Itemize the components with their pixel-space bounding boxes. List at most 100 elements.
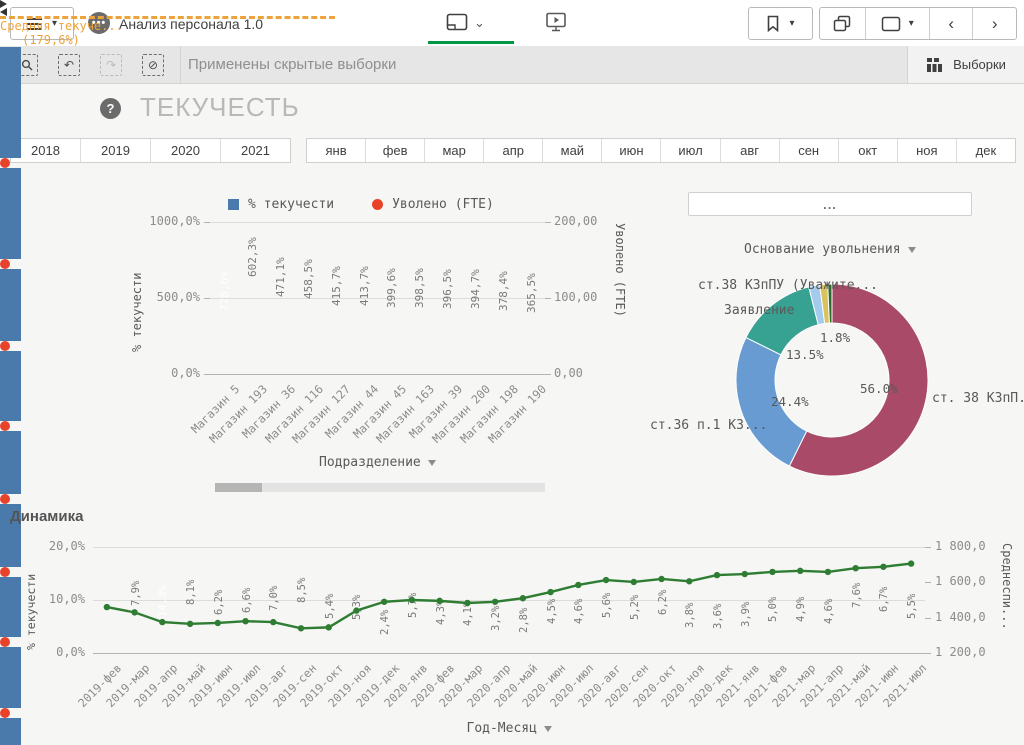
right-axis-title: Уволено (FTE) xyxy=(613,223,627,317)
chart-scrollbar-track xyxy=(215,483,545,492)
fte-dot[interactable] xyxy=(0,341,10,351)
headcount-point[interactable] xyxy=(464,600,470,606)
dimension-dropdown-podrazdelenie[interactable]: Подразделение xyxy=(319,455,436,470)
turnover-bar-value: 378,4% xyxy=(497,272,510,312)
right-axis-tick: 1 200,0 xyxy=(935,645,986,659)
turnover-bar[interactable] xyxy=(0,431,21,494)
dynamics-chart-title: Динамика xyxy=(10,508,83,525)
reference-line-label: Средняя текуче... (179,6%) xyxy=(0,19,102,47)
expand-axis-arrow[interactable] xyxy=(0,0,7,8)
legend-square-swatch xyxy=(228,199,239,210)
headcount-point[interactable] xyxy=(436,598,442,604)
headcount-point[interactable] xyxy=(492,599,498,605)
headcount-point[interactable] xyxy=(353,607,359,613)
turnover-bar-value: 458,5% xyxy=(302,260,315,300)
fte-dot[interactable] xyxy=(0,708,10,718)
alt-dimensions-button[interactable]: ... xyxy=(688,192,972,216)
fte-dot[interactable] xyxy=(0,637,10,647)
headcount-point[interactable] xyxy=(631,579,637,585)
triangle-down-icon xyxy=(908,247,916,253)
turnover-bar-value: 471,1% xyxy=(274,258,287,298)
dimension-dropdown-god-mesyac[interactable]: Год-Месяц xyxy=(467,721,552,736)
fte-dot[interactable] xyxy=(0,567,10,577)
right-axis-tick: 1 600,0 xyxy=(935,574,986,588)
gridline xyxy=(210,374,545,375)
legend-label: Уволено (FTE) xyxy=(392,197,494,212)
collapse-axis-arrow[interactable] xyxy=(0,8,7,16)
left-axis-tick: 1000,0% xyxy=(138,214,200,228)
headcount-point[interactable] xyxy=(520,595,526,601)
turnover-bar[interactable] xyxy=(0,47,21,158)
turnover-bar-value: 396,5% xyxy=(441,269,454,309)
headcount-point[interactable] xyxy=(104,604,110,610)
turnover-bar[interactable] xyxy=(0,168,21,260)
headcount-point[interactable] xyxy=(575,582,581,588)
headcount-point[interactable] xyxy=(326,624,332,630)
left-tick-mark xyxy=(204,222,210,223)
right-tick-mark xyxy=(925,618,931,619)
right-tick-mark xyxy=(925,582,931,583)
turnover-bar[interactable] xyxy=(0,351,21,421)
turnover-bar-value: 413,7% xyxy=(358,266,371,306)
chart-scrollbar-thumb[interactable] xyxy=(215,483,262,492)
headcount-point[interactable] xyxy=(409,597,415,603)
headcount-point[interactable] xyxy=(658,576,664,582)
headcount-point[interactable] xyxy=(215,620,221,626)
headcount-point[interactable] xyxy=(686,578,692,584)
donut-slice-pct: 56.0% xyxy=(860,381,898,396)
donut-slice-label: ст.36 п.1 КЗ... xyxy=(650,418,767,433)
headcount-point[interactable] xyxy=(381,599,387,605)
headcount-point[interactable] xyxy=(187,621,193,627)
right-axis-tick: 200,00 xyxy=(554,214,597,228)
headcount-point[interactable] xyxy=(852,565,858,571)
turnover-bar-value: 602,3% xyxy=(246,238,259,278)
headcount-point[interactable] xyxy=(131,609,137,615)
qlik-sense-app: ▾ ••• Анализ персонала 1.0 ⌄ ▾ xyxy=(0,0,1024,745)
right-axis-tick: 100,00 xyxy=(554,290,597,304)
left-axis-title: % текучести xyxy=(24,574,38,650)
right-tick-mark xyxy=(925,653,931,654)
charts-area: % текучести Уволено (FTE) 1000,0% 200,00 500… xyxy=(0,0,1024,745)
left-axis-tick: 0,0% xyxy=(138,366,200,380)
donut-slice-label: Заявление xyxy=(724,303,794,318)
fte-dot[interactable] xyxy=(0,494,10,504)
donut-slice-pct: 24.4% xyxy=(771,394,809,409)
headcount-point[interactable] xyxy=(603,577,609,583)
right-tick-mark xyxy=(545,374,551,375)
headcount-point[interactable] xyxy=(159,619,165,625)
right-tick-mark xyxy=(545,298,551,299)
fte-dot[interactable] xyxy=(0,259,10,269)
fte-dot[interactable] xyxy=(0,421,10,431)
turnover-bar-value: 728,6% xyxy=(218,272,231,312)
turnover-bar-value: 415,7% xyxy=(330,266,343,306)
left-axis-tick: 500,0% xyxy=(138,290,200,304)
headcount-point[interactable] xyxy=(242,618,248,624)
turnover-bar[interactable] xyxy=(0,269,21,341)
headcount-line[interactable] xyxy=(107,564,911,629)
headcount-point[interactable] xyxy=(714,572,720,578)
triangle-down-icon xyxy=(428,460,436,466)
headcount-point[interactable] xyxy=(825,569,831,575)
donut-slice-pct: 13.5% xyxy=(786,347,824,362)
left-tick-mark xyxy=(204,374,210,375)
right-axis-tick: 1 800,0 xyxy=(935,539,986,553)
dimension-dropdown-god-mesyac-label: Год-Месяц xyxy=(467,721,537,736)
headcount-point[interactable] xyxy=(742,571,748,577)
headcount-point[interactable] xyxy=(547,589,553,595)
headcount-point[interactable] xyxy=(769,569,775,575)
headcount-point[interactable] xyxy=(880,564,886,570)
fte-dot[interactable] xyxy=(0,158,10,168)
headcount-point[interactable] xyxy=(908,560,914,566)
turnover-bar[interactable] xyxy=(0,647,21,708)
headcount-point[interactable] xyxy=(797,568,803,574)
turnover-bar-value: 398,5% xyxy=(413,269,426,309)
turnover-bar[interactable] xyxy=(0,718,21,745)
turnover-bar[interactable] xyxy=(0,577,21,638)
right-axis-tick: 0,00 xyxy=(554,366,583,380)
left-axis-tick: 20,0% xyxy=(27,539,85,553)
right-tick-mark xyxy=(925,547,931,548)
headcount-line-chart xyxy=(93,540,925,670)
headcount-point[interactable] xyxy=(270,619,276,625)
legend-item: % текучести xyxy=(228,197,334,212)
headcount-point[interactable] xyxy=(298,625,304,631)
